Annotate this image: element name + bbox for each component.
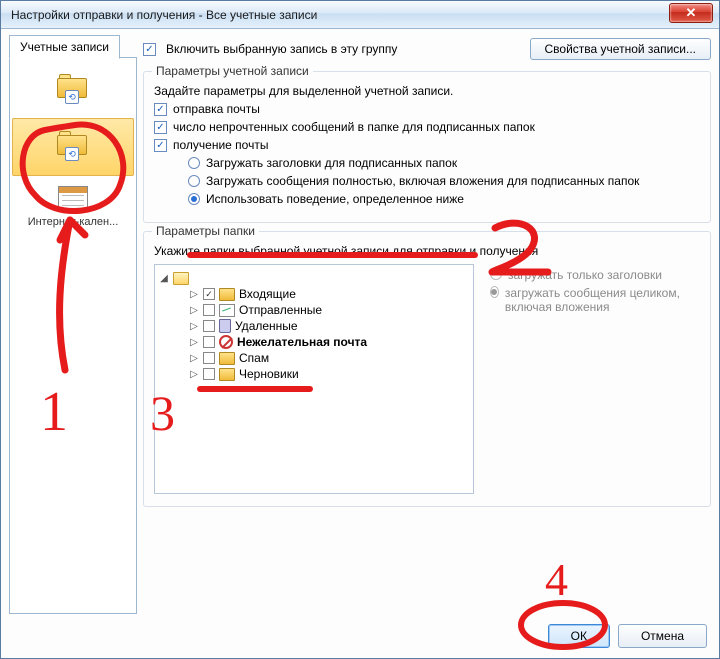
tab-accounts[interactable]: Учетные записи — [9, 35, 120, 59]
tree-item[interactable]: ▷ Спам — [159, 350, 469, 366]
ok-button[interactable]: ОК — [548, 624, 610, 648]
tree-expand-icon[interactable]: ▷ — [189, 337, 199, 348]
folder-icon — [219, 352, 235, 365]
dialog-window: Настройки отправки и получения - Все уче… — [0, 0, 720, 659]
tree-item-label: Входящие — [239, 287, 296, 301]
tree-item-label: Отправленные — [239, 303, 322, 317]
tree-checkbox[interactable] — [203, 320, 215, 332]
tree-item[interactable]: ▷ Удаленные — [159, 318, 469, 334]
tree-item[interactable]: ▷ Черновики — [159, 366, 469, 382]
tabstrip: Учетные записи — [9, 35, 120, 59]
tree-checkbox[interactable] — [203, 368, 215, 380]
account-properties-button[interactable]: Свойства учетной записи... — [530, 38, 711, 60]
group-instruction: Задайте параметры для выделенной учетной… — [154, 84, 700, 98]
account-item-3[interactable]: Интернет-кален... — [10, 176, 136, 242]
tree-checkbox[interactable] — [203, 352, 215, 364]
radio-headers-label: Загружать заголовки для подписанных папо… — [206, 156, 457, 170]
content-pane: Включить выбранную запись в эту группу С… — [143, 35, 711, 614]
client-area: Учетные записи ⟲ ⟲ Интернет-кален... — [1, 29, 719, 658]
folder-download-options: загружать только заголовки загружать соо… — [490, 264, 700, 494]
include-checkbox[interactable] — [143, 43, 156, 56]
account-icon: ⟲ — [55, 129, 91, 157]
radio-folder-full — [490, 286, 499, 298]
accounts-sidebar: ⟲ ⟲ Интернет-кален... — [9, 57, 137, 614]
tree-item-label: Удаленные — [235, 319, 298, 333]
send-mail-label: отправка почты — [173, 102, 260, 116]
receive-mail-checkbox[interactable] — [154, 139, 167, 152]
include-label: Включить выбранную запись в эту группу — [166, 42, 397, 56]
tree-root[interactable]: ◢ — [159, 271, 469, 286]
tree-expand-icon[interactable]: ▷ — [189, 289, 199, 300]
trash-icon — [219, 319, 231, 333]
account-item-2-selected[interactable]: ⟲ — [12, 118, 134, 176]
account-options-group: Параметры учетной записи Задайте парамет… — [143, 71, 711, 223]
radio-headers-only[interactable] — [188, 157, 200, 169]
radio-folder-full-label: загружать сообщения целиком, включая вло… — [505, 286, 700, 314]
send-mail-checkbox[interactable] — [154, 103, 167, 116]
tree-item[interactable]: ▷ Нежелательная почта — [159, 334, 469, 350]
group-instruction: Укажите папки выбранной учетной записи д… — [154, 244, 700, 258]
folder-tree[interactable]: ◢ ▷ Входящие ▷ Отправленные ▷ Удаленные ▷ Нежел… — [154, 264, 474, 494]
tree-item[interactable]: ▷ Входящие — [159, 286, 469, 302]
account-item-1[interactable]: ⟲ — [10, 62, 136, 118]
tree-expand-icon[interactable]: ▷ — [189, 369, 199, 380]
tree-checkbox[interactable] — [203, 288, 215, 300]
tree-expand-icon[interactable]: ▷ — [189, 321, 199, 332]
account-label: Интернет-кален... — [10, 216, 136, 228]
cancel-button[interactable]: Отмена — [618, 624, 707, 648]
radio-folder-headers-label: загружать только заголовки — [508, 268, 662, 282]
include-row: Включить выбранную запись в эту группу С… — [143, 35, 711, 63]
tree-expand-icon[interactable]: ◢ — [159, 273, 169, 284]
tree-item-label: Нежелательная почта — [237, 335, 367, 349]
sent-icon — [219, 304, 235, 317]
root-folder-icon — [173, 272, 189, 285]
group-legend: Параметры папки — [152, 224, 259, 238]
tree-item-label: Черновики — [239, 367, 299, 381]
account-icon: ⟲ — [55, 72, 91, 100]
folder-icon — [219, 368, 235, 381]
folder-options-group: Параметры папки Укажите папки выбранной … — [143, 231, 711, 507]
radio-full-label: Загружать сообщения полностью, включая в… — [206, 174, 639, 188]
radio-folder-headers — [490, 268, 502, 280]
close-button[interactable]: ✕ — [669, 3, 713, 23]
tree-expand-icon[interactable]: ▷ — [189, 305, 199, 316]
calendar-icon — [58, 186, 88, 212]
radio-custom-label: Использовать поведение, определенное ниж… — [206, 192, 464, 206]
unread-count-label: число непрочтенных сообщений в папке для… — [173, 120, 535, 134]
window-title: Настройки отправки и получения - Все уче… — [7, 8, 317, 22]
dialog-buttons: ОК Отмена — [548, 624, 707, 648]
tree-checkbox[interactable] — [203, 304, 215, 316]
radio-full-download[interactable] — [188, 175, 200, 187]
radio-custom-behavior[interactable] — [188, 193, 200, 205]
receive-mail-label: получение почты — [173, 138, 268, 152]
unread-count-checkbox[interactable] — [154, 121, 167, 134]
tree-item-label: Спам — [239, 351, 269, 365]
group-legend: Параметры учетной записи — [152, 64, 313, 78]
folder-icon — [219, 288, 235, 301]
tree-checkbox[interactable] — [203, 336, 215, 348]
tree-item[interactable]: ▷ Отправленные — [159, 302, 469, 318]
tree-expand-icon[interactable]: ▷ — [189, 353, 199, 364]
titlebar: Настройки отправки и получения - Все уче… — [1, 1, 719, 29]
junk-icon — [219, 335, 233, 349]
